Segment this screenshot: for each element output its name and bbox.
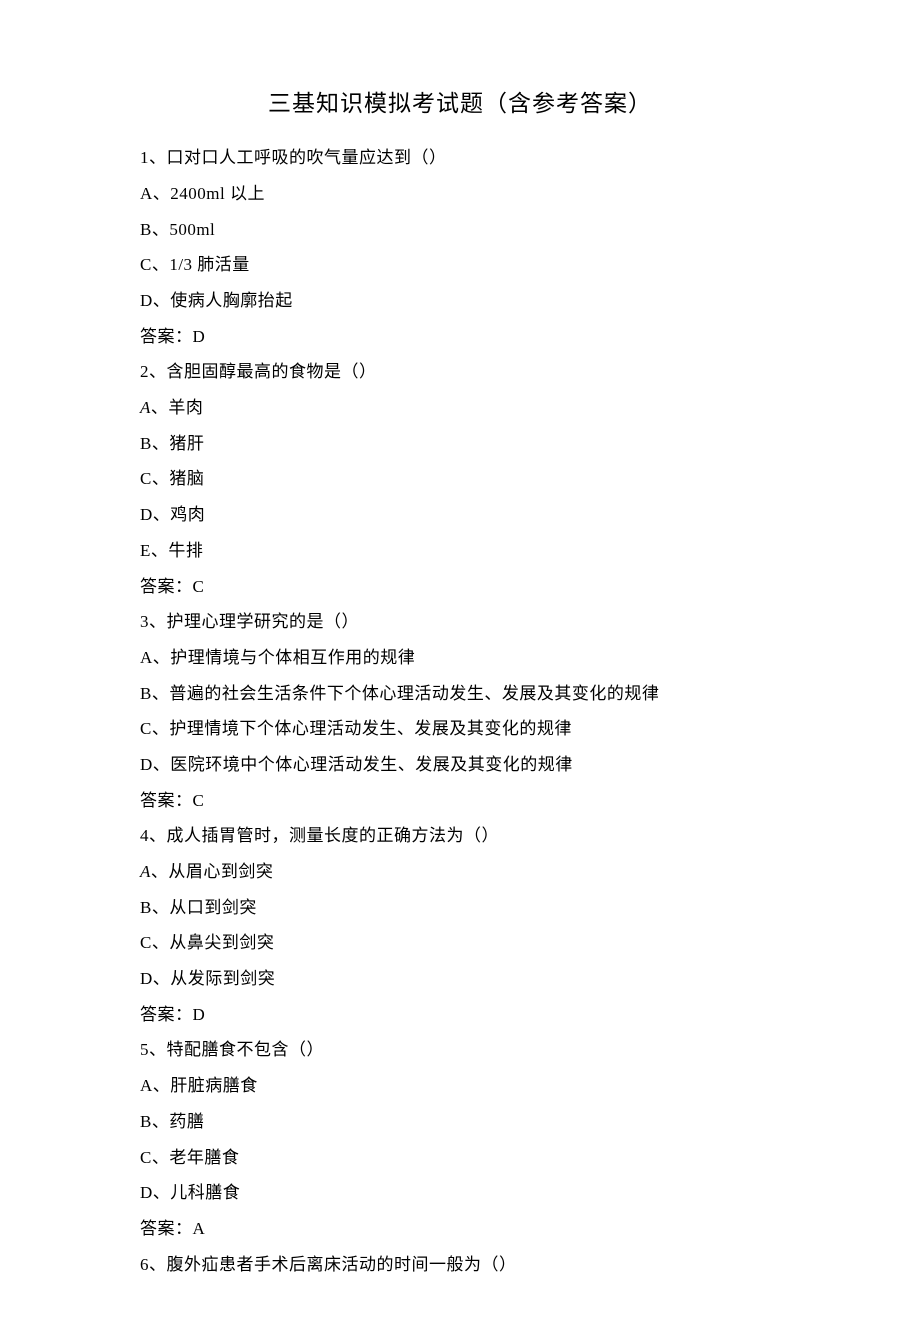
question-stem: 1、口对口人工呼吸的吹气量应达到（） [140, 140, 780, 176]
option-d: D、从发际到剑突 [140, 961, 780, 997]
option-c: C、护理情境下个体心理活动发生、发展及其变化的规律 [140, 711, 780, 747]
question-stem: 4、成人插胃管时，测量长度的正确方法为（） [140, 818, 780, 854]
answer: 答案：C [140, 783, 780, 819]
option-a: A、从眉心到剑突 [140, 854, 780, 890]
option-b: B、普遍的社会生活条件下个体心理活动发生、发展及其变化的规律 [140, 676, 780, 712]
italic-letter: A [140, 398, 151, 417]
option-e: E、牛排 [140, 533, 780, 569]
answer: 答案：A [140, 1211, 780, 1247]
option-b: B、猪肝 [140, 426, 780, 462]
option-a: A、2400ml 以上 [140, 176, 780, 212]
option-a: A、肝脏病膳食 [140, 1068, 780, 1104]
option-d: D、儿科膳食 [140, 1175, 780, 1211]
answer: 答案：D [140, 997, 780, 1033]
option-c: C、猪脑 [140, 461, 780, 497]
question-stem: 5、特配膳食不包含（） [140, 1032, 780, 1068]
option-b: B、500ml [140, 212, 780, 248]
option-a: A、羊肉 [140, 390, 780, 426]
italic-letter: A [140, 862, 151, 881]
question-stem: 3、护理心理学研究的是（） [140, 604, 780, 640]
question-stem: 6、腹外疝患者手术后离床活动的时间一般为（） [140, 1247, 780, 1283]
option-d: D、使病人胸廓抬起 [140, 283, 780, 319]
page-title: 三基知识模拟考试题（含参考答案） [140, 80, 780, 128]
option-a: A、护理情境与个体相互作用的规律 [140, 640, 780, 676]
option-c: C、老年膳食 [140, 1140, 780, 1176]
option-c: C、从鼻尖到剑突 [140, 925, 780, 961]
question-stem: 2、含胆固醇最高的食物是（） [140, 354, 780, 390]
option-b: B、从口到剑突 [140, 890, 780, 926]
option-d: D、医院环境中个体心理活动发生、发展及其变化的规律 [140, 747, 780, 783]
option-b: B、药膳 [140, 1104, 780, 1140]
answer: 答案：C [140, 569, 780, 605]
option-c: C、1/3 肺活量 [140, 247, 780, 283]
answer: 答案：D [140, 319, 780, 355]
option-d: D、鸡肉 [140, 497, 780, 533]
